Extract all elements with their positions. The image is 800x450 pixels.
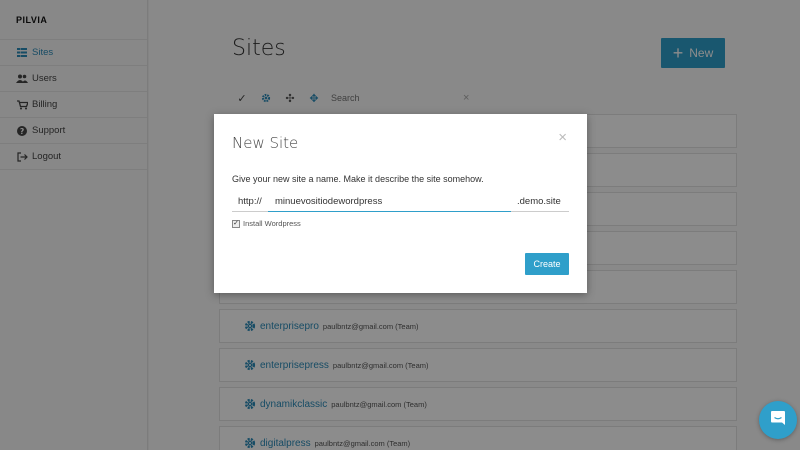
site-name-input[interactable] [268, 192, 511, 212]
site-url-row: http:// .demo.site [232, 192, 569, 212]
dialog-description: Give your new site a name. Make it descr… [232, 174, 484, 184]
chat-launcher[interactable] [759, 401, 797, 439]
close-icon[interactable]: × [558, 129, 567, 146]
install-wordpress-label: Install Wordpress [243, 219, 301, 228]
install-wordpress-checkbox[interactable]: ✓ [232, 219, 240, 228]
chat-icon [769, 409, 787, 432]
install-wordpress-option[interactable]: ✓ Install Wordpress [232, 219, 301, 228]
url-prefix: http:// [232, 192, 268, 212]
create-button[interactable]: Create [525, 253, 569, 275]
new-site-dialog: New Site × Give your new site a name. Ma… [214, 114, 587, 293]
dialog-title: New Site [232, 134, 299, 152]
url-suffix: .demo.site [511, 192, 569, 212]
